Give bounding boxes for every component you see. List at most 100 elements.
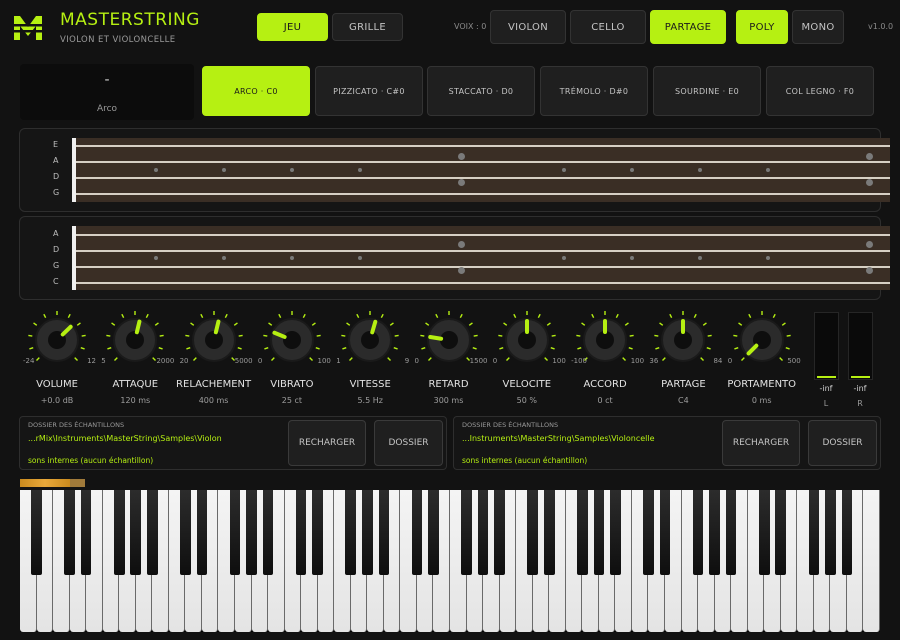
fret-marker [698, 256, 702, 260]
black-key[interactable] [841, 490, 853, 575]
fret-marker [458, 179, 465, 186]
cello-reload-button[interactable]: RECHARGER [722, 420, 800, 466]
articulation-pizzicato-button[interactable]: PIZZICATO · C#0 [315, 66, 423, 116]
meter-right-value: -inf [853, 384, 867, 393]
fret-marker [358, 168, 362, 172]
level-meter-right [848, 312, 873, 380]
fret-marker [458, 267, 465, 274]
black-key[interactable] [180, 490, 191, 575]
articulation-tremolo-button[interactable]: TRÉMOLO · D#0 [540, 66, 648, 116]
fret-marker [290, 256, 294, 260]
fret-marker [562, 168, 566, 172]
articulation-arco-button[interactable]: ARCO · C0 [202, 66, 310, 116]
knob-max-label: 100 [317, 357, 331, 365]
black-key[interactable] [295, 490, 307, 575]
instrument-partage-button[interactable]: PARTAGE [650, 10, 726, 44]
knob-max-label: 500 [787, 357, 801, 365]
black-key[interactable] [345, 490, 357, 575]
fret-marker [866, 179, 873, 186]
white-key[interactable] [863, 490, 880, 632]
knob-max-label: 5000 [234, 357, 253, 365]
cello-string-label: D [53, 245, 60, 254]
black-key[interactable] [229, 490, 241, 575]
black-key[interactable] [130, 490, 142, 575]
black-key[interactable] [196, 490, 208, 575]
violin-fingerboard[interactable]: E A D G [19, 128, 890, 212]
black-key[interactable] [775, 490, 787, 575]
instrument-violon-button[interactable]: VIOLON [490, 10, 566, 44]
black-key[interactable] [113, 490, 125, 575]
black-key[interactable] [709, 490, 720, 575]
cello-string-g[interactable] [76, 266, 890, 268]
black-key[interactable] [758, 490, 770, 575]
tab-grille[interactable]: GRILLE [332, 13, 403, 41]
black-key[interactable] [543, 490, 555, 575]
violin-folder-button[interactable]: DOSSIER [374, 420, 443, 466]
meter-right-channel: R [857, 399, 863, 408]
knob-max-label: 100 [552, 357, 566, 365]
sample-folder-title: DOSSIER DES ÉCHANTILLONS [28, 421, 125, 429]
black-key[interactable] [312, 490, 323, 575]
fret-marker [358, 256, 362, 260]
black-key[interactable] [593, 490, 605, 575]
black-key[interactable] [461, 490, 472, 575]
black-key[interactable] [659, 490, 671, 575]
knob-max-label: 84 [713, 357, 723, 365]
black-key[interactable] [692, 490, 704, 575]
black-key[interactable] [577, 490, 588, 575]
black-key[interactable] [494, 490, 505, 575]
black-key[interactable] [262, 490, 274, 575]
sample-folder-title: DOSSIER DES ÉCHANTILLONS [462, 421, 559, 429]
cello-string-d[interactable] [76, 250, 890, 252]
black-key[interactable] [31, 490, 42, 575]
mode-poly-button[interactable]: POLY [736, 10, 788, 44]
fret-marker [866, 153, 873, 160]
black-key[interactable] [80, 490, 92, 575]
black-key[interactable] [411, 490, 423, 575]
fret-marker [290, 168, 294, 172]
knob-dial[interactable] [333, 309, 407, 373]
cello-folder-button[interactable]: DOSSIER [808, 420, 877, 466]
black-key[interactable] [808, 490, 820, 575]
knob-min-label: 0 [727, 357, 733, 365]
black-key[interactable] [477, 490, 489, 575]
black-key[interactable] [64, 490, 75, 575]
violin-string-g[interactable] [76, 193, 890, 195]
black-key[interactable] [362, 490, 373, 575]
cello-string-a[interactable] [76, 234, 890, 236]
violin-string-d[interactable] [76, 177, 890, 179]
black-key[interactable] [147, 490, 158, 575]
violin-sample-status: sons internes (aucun échantillon) [28, 456, 154, 465]
fret-marker [630, 256, 634, 260]
fret-marker [458, 241, 465, 248]
violin-string-a[interactable] [76, 161, 890, 163]
piano-keyboard[interactable] [20, 490, 880, 632]
level-meter-right-bar [851, 376, 870, 378]
app-subtitle: VIOLON ET VIOLONCELLE [60, 35, 176, 45]
black-key[interactable] [610, 490, 621, 575]
violin-string-label: G [53, 188, 60, 197]
instrument-cello-button[interactable]: CELLO [570, 10, 646, 44]
tab-jeu[interactable]: JEU [257, 13, 328, 41]
cello-string-label: C [53, 277, 59, 286]
black-key[interactable] [428, 490, 439, 575]
cello-string-c[interactable] [76, 282, 890, 284]
articulation-staccato-button[interactable]: STACCATO · D0 [427, 66, 535, 116]
fret-marker [154, 168, 158, 172]
black-key[interactable] [246, 490, 257, 575]
violin-reload-button[interactable]: RECHARGER [288, 420, 366, 466]
violin-string-e[interactable] [76, 145, 890, 147]
articulation-sourdine-button[interactable]: SOURDINE · E0 [653, 66, 761, 116]
cello-fingerboard[interactable]: A D G C [19, 216, 890, 300]
fret-marker [866, 267, 873, 274]
black-key[interactable] [643, 490, 654, 575]
key-range-indicator-low [70, 479, 85, 487]
black-key[interactable] [378, 490, 390, 575]
level-meter-left-bar [817, 376, 836, 378]
articulation-col-legno-button[interactable]: COL LEGNO · F0 [766, 66, 874, 116]
black-key[interactable] [725, 490, 737, 575]
black-key[interactable] [527, 490, 538, 575]
version-label: v1.0.0 [868, 22, 894, 31]
black-key[interactable] [825, 490, 836, 575]
mode-mono-button[interactable]: MONO [792, 10, 844, 44]
